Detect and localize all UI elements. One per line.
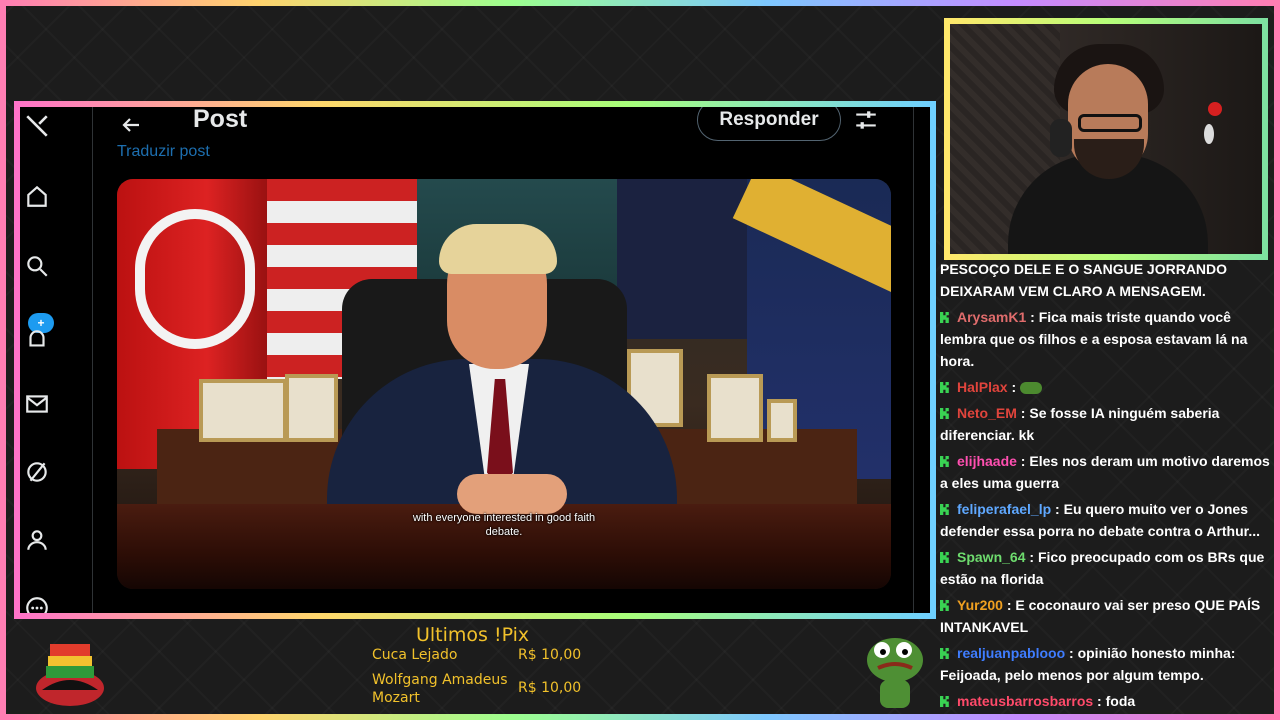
chat-username[interactable]: mateusbarrosbarros — [957, 693, 1093, 709]
shelf-figure — [1208, 102, 1222, 116]
notifications-icon[interactable] — [24, 327, 50, 353]
webcam-overlay — [944, 18, 1268, 260]
page-title: Post — [193, 105, 248, 133]
video-player[interactable]: with everyone interested in good faith d… — [117, 179, 891, 589]
kick-badge-icon — [940, 403, 951, 419]
more-icon[interactable] — [24, 595, 50, 613]
streamer-glasses — [1078, 114, 1142, 132]
search-icon[interactable] — [24, 253, 50, 279]
chat-username[interactable]: HalPlax — [957, 379, 1008, 395]
mascot-rasta-icon — [28, 630, 110, 708]
chat-separator: : — [1007, 379, 1021, 395]
kick-badge-icon — [940, 643, 951, 659]
chat-message: realjuanpablooo : opinião honesto minha:… — [940, 642, 1270, 686]
pepe-emote-icon — [1020, 382, 1043, 395]
chat-message-list: ArysamK1 : Fica mais triste quando você … — [940, 306, 1270, 712]
kick-badge-icon — [940, 451, 951, 467]
chat-message: Neto_EM : Se fosse IA ninguém saberia di… — [940, 402, 1270, 446]
x-sidebar: + — [20, 107, 88, 613]
chat-message-partial: PESCOÇO DELE E O SANGUE JORRANDO DEIXARA… — [940, 261, 1228, 299]
filter-settings-icon[interactable] — [853, 107, 879, 133]
pix-amount-1: R$ 10,00 — [518, 647, 582, 663]
chat-separator: : — [1065, 645, 1078, 661]
chat-username[interactable]: feliperafael_lp — [957, 501, 1051, 517]
grok-icon[interactable] — [24, 459, 50, 485]
pix-amount-2: R$ 10,00 — [518, 680, 582, 696]
chat-username[interactable]: realjuanpablooo — [957, 645, 1065, 661]
chat-username[interactable]: Neto_EM — [957, 405, 1017, 421]
messages-icon[interactable] — [24, 391, 50, 417]
video-subtitle-line2: debate. — [485, 526, 523, 538]
chat-message: feliperafael_lp : Eu quero muito ver o J… — [940, 498, 1270, 542]
reply-button[interactable]: Responder — [697, 107, 841, 141]
chat-separator: : — [1051, 501, 1064, 517]
translate-post-link[interactable]: Traduzir post — [117, 143, 210, 161]
kick-badge-icon — [940, 377, 951, 393]
kick-badge-icon — [940, 307, 951, 323]
post-column: Post Responder Traduzir post with everyo… — [92, 107, 914, 613]
chat-message: mateusbarrosbarros : foda — [940, 690, 1270, 712]
chat-separator: : — [1025, 549, 1038, 565]
chat-message: Yur200 : E coconauro vai ser preso QUE P… — [940, 594, 1270, 638]
chat-separator: : — [1016, 453, 1030, 469]
chat-message: HalPlax : — [940, 376, 1270, 398]
pix-donor-2: Wolfgang Amadeus Mozart — [372, 672, 508, 706]
post-topbar: Post Responder — [93, 107, 913, 151]
home-icon[interactable] — [24, 183, 50, 209]
photo-frame — [707, 374, 763, 442]
chat-message: Spawn_64 : Fico preocupado com os BRs qu… — [940, 546, 1270, 590]
shelf-figure — [1204, 124, 1214, 144]
chat-username[interactable]: Yur200 — [957, 597, 1003, 613]
chat-separator: : — [1002, 597, 1016, 613]
photo-frame — [199, 379, 287, 442]
chat-message: ArysamK1 : Fica mais triste quando você … — [940, 306, 1270, 372]
chat-separator: : — [1093, 693, 1106, 709]
chat-username[interactable]: Spawn_64 — [957, 549, 1025, 565]
back-arrow-icon[interactable] — [119, 113, 143, 137]
kick-badge-icon — [940, 547, 951, 563]
chat-text: foda — [1105, 693, 1136, 709]
chat-username[interactable]: ArysamK1 — [957, 309, 1026, 325]
speaker-hair — [439, 224, 557, 274]
kick-badge-icon — [940, 499, 951, 515]
kick-badge-icon — [940, 595, 951, 611]
photo-frame — [767, 399, 797, 442]
chat-panel: PESCOÇO DELE E O SANGUE JORRANDO DEIXARA… — [940, 258, 1270, 720]
speaker-hands — [457, 474, 567, 514]
pepe-frog-icon — [864, 630, 926, 710]
browser-capture-frame: + Post Responder Traduzir post with ever… — [14, 101, 936, 619]
chat-message: elijhaade : Eles nos deram um motivo dar… — [940, 450, 1270, 494]
photo-frame — [285, 374, 338, 442]
video-subtitle-line1: with everyone interested in good faith — [412, 512, 596, 524]
x-logo-icon[interactable] — [24, 113, 50, 139]
profile-icon[interactable] — [24, 527, 50, 553]
pix-donor-1: Cuca Lejado — [372, 647, 458, 663]
kick-badge-icon — [940, 691, 951, 707]
chat-separator: : — [1016, 405, 1030, 421]
chat-username[interactable]: elijhaade — [957, 453, 1017, 469]
pix-title: Ultimos !Pix — [416, 624, 530, 646]
presidential-flag — [617, 179, 747, 339]
headphones — [1050, 119, 1072, 157]
chat-separator: : — [1026, 309, 1039, 325]
